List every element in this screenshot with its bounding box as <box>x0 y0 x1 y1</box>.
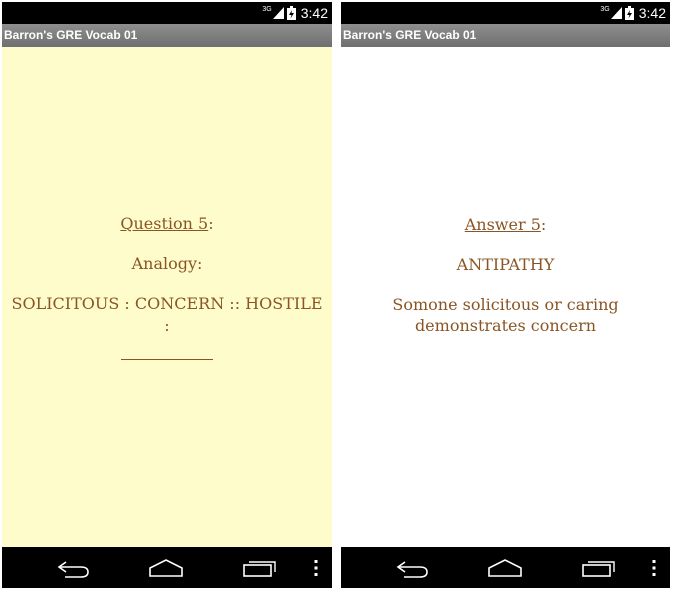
question-screen: 3G 3:42 Barron's GRE Vocab 01 Question 5… <box>2 2 332 588</box>
app-title: Barron's GRE Vocab 01 <box>343 28 477 42</box>
answer-screen: 3G 3:42 Barron's GRE Vocab 01 Answer 5: … <box>341 2 670 588</box>
overflow-menu-button[interactable] <box>306 547 326 588</box>
back-button[interactable] <box>393 547 433 588</box>
network-type: 3G <box>262 6 272 13</box>
signal-icon <box>610 7 622 19</box>
back-button[interactable] <box>54 547 94 588</box>
clock: 3:42 <box>638 5 666 21</box>
overflow-menu-icon <box>314 559 318 576</box>
navigation-bar <box>2 547 332 588</box>
overflow-menu-button[interactable] <box>644 547 664 588</box>
home-button[interactable] <box>485 547 525 588</box>
back-icon <box>57 560 89 578</box>
recent-apps-icon <box>243 560 276 577</box>
answer-word: ANTIPATHY <box>456 255 555 274</box>
answer-blank <box>121 359 213 360</box>
navigation-bar <box>341 547 670 588</box>
status-bar: 3G 3:42 <box>2 2 332 24</box>
analogy-prompt: SOLICITOUS : CONCERN :: HOSTILE : <box>11 294 323 335</box>
card-heading: Answer 5: <box>347 214 664 236</box>
question-number: Question 5 <box>120 214 209 233</box>
flashcard-question[interactable]: Question 5: Analogy: SOLICITOUS : CONCER… <box>2 47 332 547</box>
home-icon <box>149 558 183 577</box>
answer-number: Answer 5 <box>464 215 541 234</box>
signal-icon <box>272 7 284 19</box>
network-type: 3G <box>600 6 610 13</box>
answer-explanation: Somone solicitous or caring demonstrates… <box>392 295 619 335</box>
status-bar: 3G 3:42 <box>341 2 670 24</box>
recent-apps-button[interactable] <box>579 547 619 588</box>
heading-suffix: : <box>208 214 214 233</box>
home-icon <box>488 558 522 577</box>
recent-apps-button[interactable] <box>240 547 280 588</box>
question-kind: Analogy: <box>131 254 203 273</box>
app-title-bar: Barron's GRE Vocab 01 <box>341 24 670 47</box>
card-heading: Question 5: <box>8 213 326 235</box>
app-title-bar: Barron's GRE Vocab 01 <box>2 24 332 47</box>
app-title: Barron's GRE Vocab 01 <box>4 28 138 42</box>
flashcard-answer[interactable]: Answer 5: ANTIPATHY Somone solicitous or… <box>341 47 670 547</box>
back-icon <box>396 560 428 578</box>
battery-icon <box>624 6 634 20</box>
home-button[interactable] <box>146 547 186 588</box>
heading-suffix: : <box>540 215 547 234</box>
overflow-menu-icon <box>652 559 656 576</box>
recent-apps-icon <box>582 560 615 577</box>
battery-icon <box>286 6 296 20</box>
clock: 3:42 <box>300 5 328 21</box>
